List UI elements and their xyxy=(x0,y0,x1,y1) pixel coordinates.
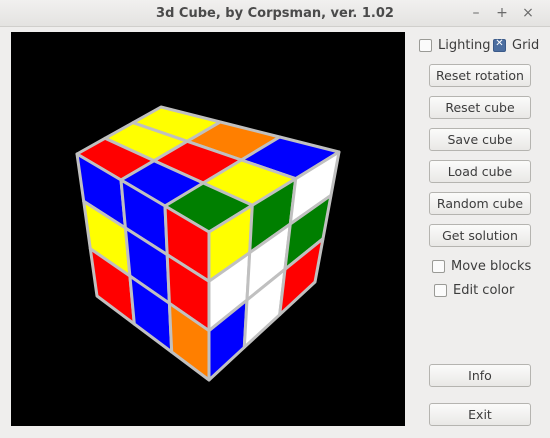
lighting-checkbox[interactable] xyxy=(419,38,432,52)
random-cube-button[interactable]: Random cube xyxy=(429,192,531,215)
edit-color-checkbox[interactable] xyxy=(434,283,447,297)
title-bar: 3d Cube, by Corpsman, ver. 1.02 – + × xyxy=(0,0,550,27)
minimize-button[interactable]: – xyxy=(466,3,486,23)
grid-option[interactable]: Grid xyxy=(493,36,539,54)
exit-button[interactable]: Exit xyxy=(429,403,531,426)
get-solution-button[interactable]: Get solution xyxy=(429,224,531,247)
move-blocks-label: Move blocks xyxy=(451,258,532,274)
reset-cube-button[interactable]: Reset cube xyxy=(429,96,531,119)
edit-color-label: Edit color xyxy=(453,282,515,298)
grid-checkbox[interactable] xyxy=(493,38,506,52)
cube-render[interactable] xyxy=(11,32,405,426)
move-blocks-checkbox[interactable] xyxy=(432,259,445,273)
close-button[interactable]: × xyxy=(518,3,538,23)
reset-rotation-button[interactable]: Reset rotation xyxy=(429,64,531,87)
grid-label: Grid xyxy=(512,37,540,53)
lighting-label: Lighting xyxy=(438,37,491,53)
maximize-button[interactable]: + xyxy=(492,3,512,23)
load-cube-button[interactable]: Load cube xyxy=(429,160,531,183)
lighting-option[interactable]: Lighting xyxy=(419,36,491,54)
move-blocks-option[interactable]: Move blocks xyxy=(432,257,531,275)
info-button[interactable]: Info xyxy=(429,364,531,387)
cube-viewport[interactable] xyxy=(11,32,405,426)
save-cube-button[interactable]: Save cube xyxy=(429,128,531,151)
edit-color-option[interactable]: Edit color xyxy=(434,281,514,299)
